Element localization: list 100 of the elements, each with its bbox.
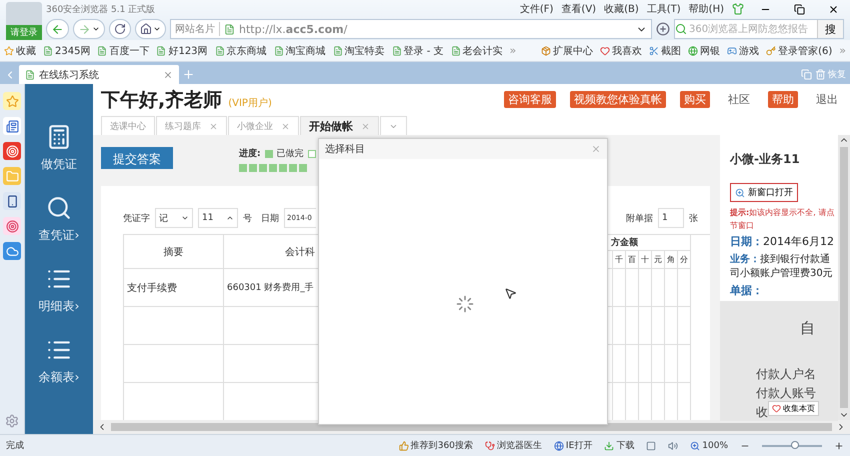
site-card-menu[interactable]: 网站名片 [175, 22, 220, 36]
bookmark-item[interactable]: 收藏 [4, 44, 36, 58]
toolbar-item[interactable]: 截图 [649, 44, 682, 58]
attachment-field[interactable]: 1 [658, 208, 684, 228]
bookmark-item[interactable]: 登录 - 支 [392, 44, 444, 58]
arrow-left-icon [51, 22, 64, 36]
volume-icon[interactable] [668, 440, 678, 450]
nav-item[interactable]: 明细表› [38, 266, 80, 315]
task-title: 小微-业务11 [730, 151, 801, 168]
voucher-word-select[interactable]: 记 [155, 208, 193, 228]
plus-icon [182, 68, 195, 81]
key-icon [766, 46, 776, 56]
back-button[interactable] [46, 19, 69, 39]
progress-cell[interactable] [269, 164, 277, 172]
table-cell [652, 307, 665, 345]
header-link[interactable]: 退出 [812, 91, 842, 108]
target-icon[interactable] [3, 217, 21, 235]
square-icon[interactable] [646, 440, 656, 450]
mouse-cursor-icon [504, 287, 517, 300]
header-link[interactable]: 购买 [680, 91, 710, 108]
address-bar[interactable]: 网站名片 http://lx.acc5.com/ [170, 19, 652, 39]
header-link[interactable]: 咨询客服 [504, 91, 556, 108]
toolbar-item[interactable]: 游戏 [727, 44, 760, 58]
nav-item[interactable]: 做凭证 [41, 124, 77, 173]
settings-icon[interactable] [5, 414, 19, 428]
menu-item[interactable]: 收藏(B) [604, 2, 639, 16]
close-icon[interactable] [209, 122, 218, 130]
bookmark-item[interactable]: 2345网 [43, 44, 90, 58]
close-icon [828, 4, 838, 14]
toolbar-item[interactable]: 网银 [688, 44, 720, 58]
status-item[interactable]: IE打开 [554, 439, 592, 452]
page-icon [274, 46, 284, 56]
heart-icon [772, 404, 781, 413]
caret-icon [181, 214, 189, 222]
toolbar-item[interactable]: 扩展中心 [541, 44, 594, 58]
table-cell [639, 345, 652, 383]
vertical-scrollbar[interactable] [838, 135, 850, 420]
bookmark-item[interactable]: 淘宝特卖 [332, 44, 385, 58]
submit-button[interactable]: 提交答案 [101, 147, 173, 169]
progress-cell[interactable] [249, 164, 257, 172]
phone-icon[interactable] [3, 192, 21, 210]
page-tab[interactable]: 开始做帐 [300, 116, 379, 135]
search-button[interactable]: 搜 [817, 20, 843, 38]
refresh-button[interactable] [109, 19, 131, 39]
voucher-number-field[interactable]: 11 [198, 208, 238, 228]
close-icon[interactable] [281, 122, 290, 130]
page-icon [214, 46, 225, 56]
menu-item[interactable]: 文件(F) [520, 2, 554, 16]
table-cell [613, 307, 626, 345]
bookmark-item[interactable]: 好123网 [156, 44, 208, 58]
home-button[interactable] [135, 19, 166, 39]
header-link[interactable]: 视频教您体验真帐 [570, 91, 666, 108]
plus-circle-icon[interactable] [656, 22, 670, 36]
star-icon [4, 46, 14, 56]
bookmark-item[interactable]: 京东商城 [214, 44, 267, 58]
header-link[interactable]: 帮助 [768, 91, 798, 108]
menu-item[interactable]: 帮助(H) [688, 2, 724, 16]
browser-tab[interactable]: 在线练习系统 [19, 65, 179, 84]
zoom-level[interactable]: 100% [690, 440, 728, 450]
collect-page-button[interactable]: 收集本页 [768, 401, 819, 416]
toolbar-item[interactable]: 我喜欢 [600, 44, 642, 58]
news-icon[interactable] [3, 117, 21, 135]
table-cell [639, 307, 652, 345]
progress-cell[interactable] [279, 164, 287, 172]
close-icon[interactable] [361, 122, 370, 130]
close-icon[interactable] [591, 144, 601, 154]
table-cell [665, 345, 678, 383]
search-field[interactable]: 360浏览器上网防忽悠报告 搜 [674, 19, 844, 39]
bookmark-item[interactable]: 淘宝商城 [274, 44, 326, 58]
status-item[interactable]: 推荐到360搜索 [398, 439, 473, 452]
progress-cell[interactable] [299, 164, 307, 172]
close-icon[interactable] [163, 70, 173, 80]
zoom-in-icon[interactable] [834, 440, 844, 450]
stethoscope-icon [484, 440, 495, 450]
open-new-window-button[interactable]: 新窗口打开 [730, 183, 798, 202]
status-item[interactable]: 下载 [604, 439, 634, 452]
document-text: 付款人账号 [756, 385, 816, 402]
date-label: 日期 [261, 212, 279, 224]
progress-cell[interactable] [289, 164, 297, 172]
header-link[interactable]: 社区 [724, 91, 754, 108]
table-cell [626, 269, 639, 307]
windows-icon[interactable] [801, 69, 812, 80]
progress-cell[interactable] [259, 164, 267, 172]
cloud-icon[interactable] [3, 242, 21, 260]
eye-icon[interactable] [3, 142, 21, 160]
menu-item[interactable]: 工具(T) [646, 2, 681, 16]
menu-item[interactable]: 查看(V) [561, 2, 596, 16]
column-header: 百 [626, 251, 639, 269]
nav-item[interactable]: 查凭证› [38, 195, 80, 244]
bookmark-item[interactable]: 老会计实 [450, 44, 503, 58]
shirt-icon[interactable] [732, 3, 744, 15]
restore-icon [794, 4, 804, 14]
bookmark-item[interactable]: 百度一下 [97, 44, 150, 58]
progress-cell[interactable] [239, 164, 247, 172]
toolbar-item[interactable]: 登录管家(6) [766, 44, 832, 58]
legend-done-swatch [264, 150, 273, 158]
nav-item[interactable]: 余额表› [38, 337, 80, 386]
folder-icon[interactable] [3, 167, 21, 185]
status-item[interactable]: 浏览器医生 [484, 439, 542, 452]
document-text: 收 [756, 404, 768, 421]
